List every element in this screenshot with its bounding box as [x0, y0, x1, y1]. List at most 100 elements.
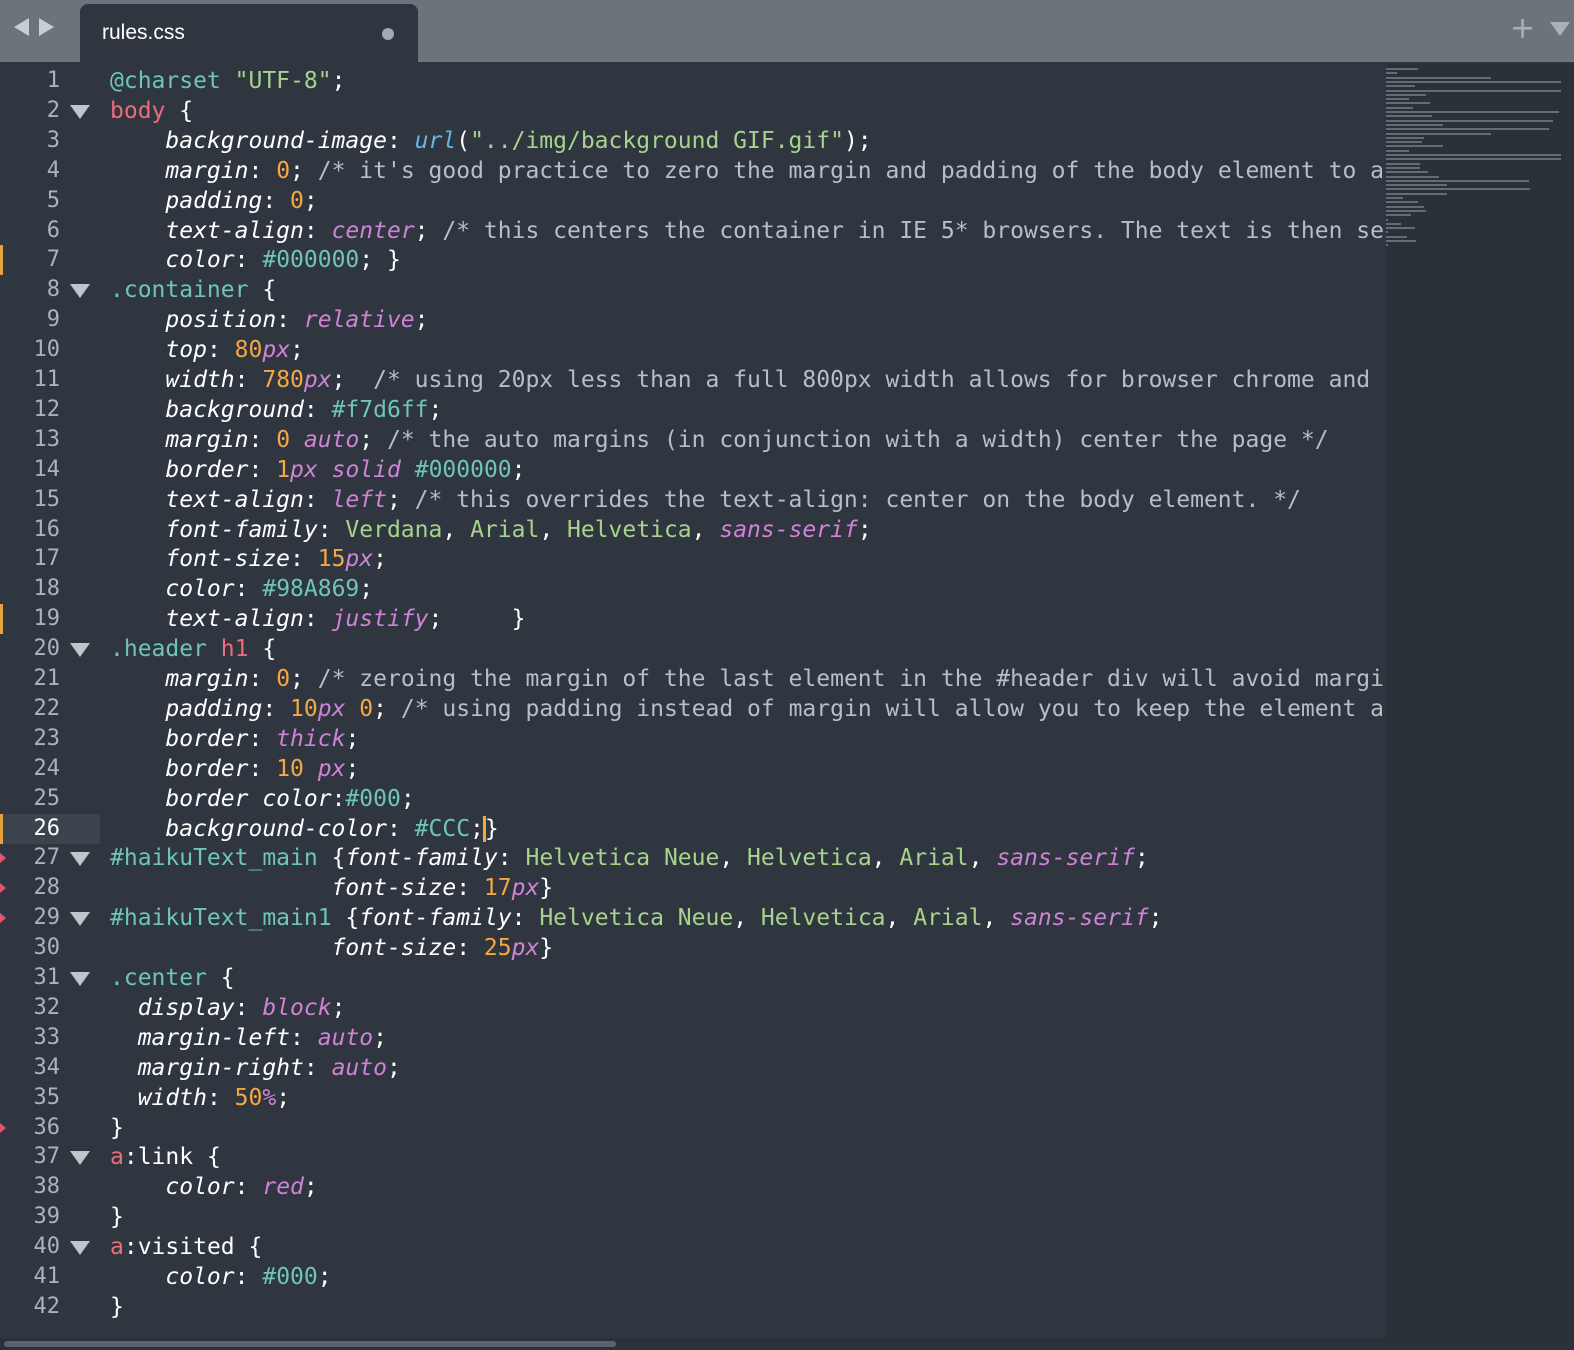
code-line[interactable]: 24 border: 10 px; [0, 754, 1386, 784]
code-line[interactable]: 37 a:link { [0, 1142, 1386, 1172]
line-number: 37 [33, 1144, 61, 1170]
code-line[interactable]: 39} [0, 1202, 1386, 1232]
code-line[interactable]: 22 padding: 10px 0; /* using padding ins… [0, 694, 1386, 724]
token: ; [331, 994, 346, 1021]
code-line[interactable]: 1 @charset "UTF-8"; [0, 66, 1386, 96]
code-line[interactable]: 15 text-align: left; /* this overrides t… [0, 485, 1386, 515]
code-line[interactable]: 3 background-image: url("../img/backgrou… [0, 126, 1386, 156]
token: { [248, 1234, 263, 1261]
minimap-line [1386, 166, 1421, 169]
token: { [179, 97, 194, 124]
token: url [414, 127, 457, 154]
fold-toggle-icon[interactable] [70, 643, 90, 658]
token: Helvetica Neue [539, 905, 734, 932]
gutter: 8 [0, 275, 100, 305]
code-line[interactable]: 10 top: 80px; [0, 335, 1386, 365]
line-number: 28 [33, 875, 61, 901]
fold-toggle-icon[interactable] [70, 284, 90, 299]
minimap-line [1386, 123, 1443, 126]
code-line[interactable]: 41 color: #000; [0, 1262, 1386, 1292]
token: 780 [262, 367, 304, 393]
code-line[interactable]: 42} [0, 1292, 1386, 1322]
code-line[interactable]: 34 margin-right: auto; [0, 1053, 1386, 1083]
chevron-left-icon[interactable] [14, 18, 29, 36]
code-line[interactable]: 29 #haikuText_main1 {font-family: Helveti… [0, 903, 1386, 933]
token: text-align [165, 217, 304, 244]
code-line[interactable]: 38 color: red; [0, 1172, 1386, 1202]
minimap-line [1386, 149, 1409, 152]
fold-toggle-icon[interactable] [70, 852, 90, 867]
fold-toggle-icon[interactable] [70, 1241, 90, 1256]
minimap-line [1386, 85, 1415, 88]
token: { [262, 277, 277, 304]
code-line[interactable]: 30 font-size: 25px} [0, 933, 1386, 963]
gutter: 42 [0, 1292, 100, 1322]
code-line[interactable]: 19 text-align: justify; } [0, 604, 1386, 635]
line-number: 9 [46, 307, 60, 333]
horizontal-scrollbar[interactable] [0, 1338, 1574, 1350]
code-line[interactable]: 2 body { [0, 96, 1386, 126]
code-line[interactable]: 9 position: relative; [0, 305, 1386, 335]
code-line[interactable]: 26 background-color: #CCC;} [0, 813, 1386, 844]
code-line[interactable]: 8 .container { [0, 275, 1386, 305]
code-line[interactable]: 31 .center { [0, 963, 1386, 993]
code-line[interactable]: 14 border: 1px solid #000000; [0, 455, 1386, 485]
line-code: border: thick; [110, 725, 359, 753]
code-line[interactable]: 16 font-family: Verdana, Arial, Helvetic… [0, 515, 1386, 545]
unsaved-dot-icon[interactable] [382, 28, 394, 40]
code-line[interactable]: 7 color: #000000; } [0, 245, 1386, 276]
chevron-right-icon[interactable] [39, 18, 54, 36]
code-line[interactable]: 13 margin: 0 auto; /* the auto margins (… [0, 425, 1386, 455]
code-line[interactable]: 17 font-size: 15px; [0, 544, 1386, 574]
plus-icon[interactable]: + [1510, 14, 1535, 44]
scrollbar-thumb[interactable] [4, 1341, 616, 1347]
code-line[interactable]: 32 display: block; [0, 993, 1386, 1023]
code-line[interactable]: 20 .header h1 { [0, 634, 1386, 664]
chevron-down-icon[interactable] [1550, 22, 1570, 36]
code-line[interactable]: 36} [0, 1113, 1386, 1143]
fold-toggle-icon[interactable] [70, 912, 90, 927]
token: : [303, 1054, 332, 1081]
gutter: 31 [0, 963, 100, 993]
fold-toggle-icon[interactable] [70, 1151, 90, 1166]
token: #98A869 [262, 576, 360, 603]
token: #CCC [414, 815, 471, 842]
token: : [234, 367, 263, 393]
minimap[interactable] [1386, 64, 1574, 1338]
token: : [511, 905, 540, 932]
code-line[interactable]: 40 a:visited { [0, 1232, 1386, 1262]
line-number: 6 [46, 217, 60, 243]
code-line[interactable]: 21 margin: 0; /* zeroing the margin of t… [0, 664, 1386, 694]
code-line[interactable]: 18 color: #98A869; [0, 574, 1386, 604]
code-line[interactable]: 35 width: 50%; [0, 1083, 1386, 1113]
line-number: 4 [46, 157, 60, 183]
code-editor[interactable]: 1 @charset "UTF-8"; 2 body {3 background-im… [0, 64, 1386, 1338]
minimap-line [1386, 102, 1430, 105]
fold-toggle-icon[interactable] [70, 104, 90, 119]
code-line[interactable]: 25 border color:#000; [0, 784, 1386, 814]
fold-toggle-icon[interactable] [70, 972, 90, 986]
code-line[interactable]: 23 border: thick; [0, 724, 1386, 754]
code-line[interactable]: 5 padding: 0; [0, 186, 1386, 216]
code-line[interactable]: 4 margin: 0; /* it's good practice to ze… [0, 156, 1386, 186]
token: , [885, 905, 914, 932]
code-line[interactable]: 6 text-align: center; /* this centers th… [0, 216, 1386, 246]
token: ; [359, 426, 387, 453]
token: Helvetica Neue [525, 845, 720, 872]
token: 0 [276, 157, 291, 184]
code-line[interactable]: 12 background: #f7d6ff; [0, 395, 1386, 425]
code-line[interactable]: 33 margin-left: auto; [0, 1023, 1386, 1053]
token: , [968, 845, 997, 872]
line-code: background-image: url("../img/background… [110, 127, 871, 155]
code-line[interactable]: 28 font-size: 17px} [0, 873, 1386, 903]
token: justify [331, 606, 429, 633]
token: font-family [165, 516, 318, 543]
code-line[interactable]: 27 #haikuText_main {font-family: Helvetic… [0, 843, 1386, 873]
minimap-line [1386, 214, 1411, 217]
tab-rules-css[interactable]: rules.css [80, 4, 418, 62]
code-line[interactable]: 11 width: 780px; /* using 20px less than… [0, 365, 1386, 395]
